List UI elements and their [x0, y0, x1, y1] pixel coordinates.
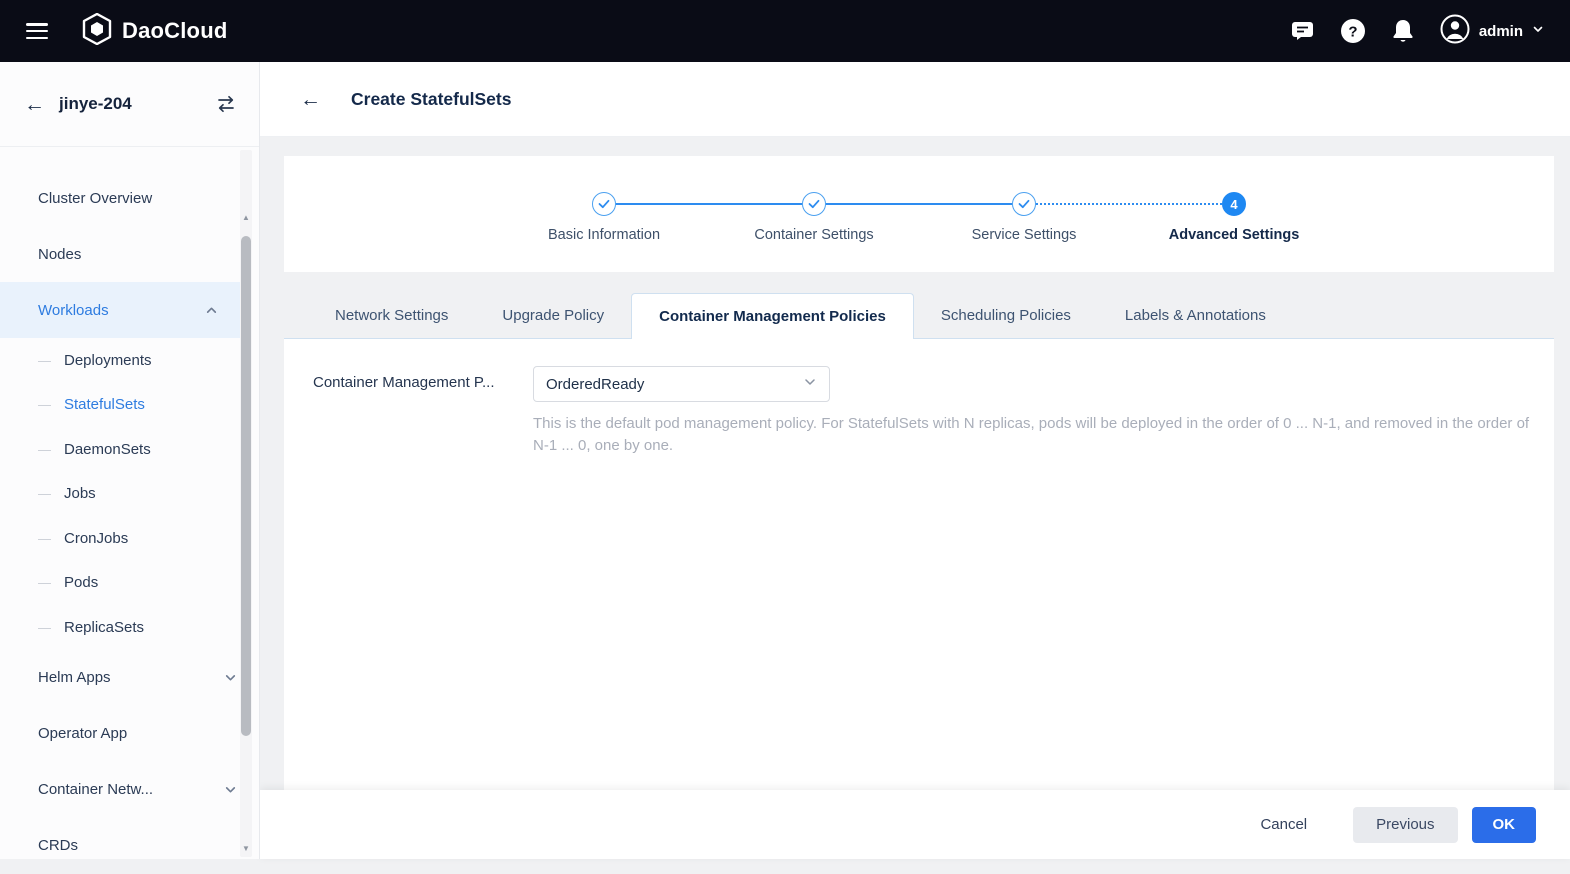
- sidebar-item-crds[interactable]: CRDs: [0, 818, 259, 874]
- feedback-icon[interactable]: [1290, 18, 1316, 44]
- username-label: admin: [1479, 23, 1523, 40]
- sidebar-scrollbar[interactable]: ▲ ▼: [240, 150, 252, 857]
- tab-container-management-policies[interactable]: Container Management Policies: [631, 293, 914, 339]
- main-area: ← Create StatefulSets Basic Information …: [260, 62, 1570, 859]
- switch-cluster-icon[interactable]: [215, 94, 237, 114]
- previous-button[interactable]: Previous: [1353, 807, 1457, 843]
- sidebar: ← jinye-204 Cluster Overview Nodes Workl…: [0, 62, 260, 859]
- stepper: Basic Information Container Settings Ser…: [284, 156, 1554, 272]
- sidebar-item-workloads[interactable]: Workloads: [0, 282, 240, 338]
- scroll-down-icon[interactable]: ▼: [240, 843, 252, 855]
- step-label: Advanced Settings: [1169, 227, 1300, 243]
- page-title: Create StatefulSets: [351, 89, 511, 110]
- sidebar-item-cronjobs[interactable]: —CronJobs: [0, 516, 259, 561]
- menu-icon[interactable]: [26, 23, 48, 39]
- chevron-down-icon: [224, 671, 237, 684]
- cluster-name: jinye-204: [59, 94, 215, 114]
- sidebar-item-statefulsets[interactable]: —StatefulSets: [0, 383, 259, 428]
- step-number-badge: 4: [1222, 192, 1246, 216]
- step-container-settings[interactable]: Container Settings: [802, 192, 826, 216]
- step-connector: [826, 203, 1012, 205]
- page-back-icon[interactable]: ←: [300, 89, 321, 110]
- dash-icon: —: [38, 486, 51, 501]
- cancel-button[interactable]: Cancel: [1246, 807, 1321, 843]
- cluster-back-icon[interactable]: ←: [24, 94, 45, 115]
- sidebar-item-nodes[interactable]: Nodes: [0, 226, 259, 282]
- step-connector-dotted: [1036, 203, 1222, 205]
- avatar: [1440, 14, 1470, 49]
- chevron-up-icon: [205, 304, 218, 317]
- scroll-up-icon[interactable]: ▲: [240, 212, 252, 224]
- top-bar: DaoCloud ? admin: [0, 0, 1570, 62]
- tab-labels-annotations[interactable]: Labels & Annotations: [1098, 293, 1293, 338]
- step-label: Container Settings: [754, 227, 873, 243]
- sidebar-nav: Cluster Overview Nodes Workloads —Deploy…: [0, 147, 259, 874]
- svg-text:?: ?: [1348, 24, 1357, 41]
- sidebar-item-operator-app[interactable]: Operator App: [0, 706, 259, 762]
- brand-name: DaoCloud: [122, 18, 227, 44]
- dash-icon: —: [38, 620, 51, 635]
- dash-icon: —: [38, 397, 51, 412]
- ok-button[interactable]: OK: [1472, 807, 1537, 843]
- dash-icon: —: [38, 442, 51, 457]
- user-menu[interactable]: admin: [1440, 14, 1544, 49]
- sidebar-item-helm-apps[interactable]: Helm Apps: [0, 650, 259, 706]
- notifications-bell-icon[interactable]: [1390, 18, 1416, 44]
- topbar-actions: ? admin: [1290, 14, 1544, 49]
- sidebar-item-pods[interactable]: —Pods: [0, 561, 259, 606]
- cluster-header: ← jinye-204: [0, 62, 259, 147]
- tab-panel-container-management: Container Management P... OrderedReady T…: [284, 339, 1554, 790]
- select-chevron-down-icon: [803, 375, 817, 393]
- step-check-icon: [802, 192, 826, 216]
- daocloud-logo-icon: [82, 13, 112, 50]
- tab-scheduling-policies[interactable]: Scheduling Policies: [914, 293, 1098, 338]
- page-header: ← Create StatefulSets: [260, 62, 1570, 137]
- policy-field: OrderedReady This is the default pod man…: [533, 366, 1534, 456]
- dash-icon: —: [38, 531, 51, 546]
- step-check-icon: [592, 192, 616, 216]
- sidebar-item-deployments[interactable]: —Deployments: [0, 338, 259, 383]
- sidebar-item-jobs[interactable]: —Jobs: [0, 472, 259, 517]
- tab-upgrade-policy[interactable]: Upgrade Policy: [475, 293, 631, 338]
- help-icon[interactable]: ?: [1340, 18, 1366, 44]
- step-check-icon: [1012, 192, 1036, 216]
- step-label: Service Settings: [972, 227, 1077, 243]
- chevron-down-icon: [224, 783, 237, 796]
- content-area: Basic Information Container Settings Ser…: [260, 137, 1570, 790]
- user-chevron-down-icon: [1532, 22, 1544, 40]
- sidebar-item-cluster-overview[interactable]: Cluster Overview: [0, 170, 259, 226]
- wizard-footer: Cancel Previous OK: [260, 790, 1570, 859]
- step-advanced-settings[interactable]: 4 Advanced Settings: [1222, 192, 1246, 216]
- step-label: Basic Information: [548, 227, 660, 243]
- tab-network-settings[interactable]: Network Settings: [308, 293, 475, 338]
- policy-select-value: OrderedReady: [546, 376, 803, 393]
- step-service-settings[interactable]: Service Settings: [1012, 192, 1036, 216]
- step-basic-information[interactable]: Basic Information: [592, 192, 616, 216]
- dash-icon: —: [38, 353, 51, 368]
- sidebar-item-replicasets[interactable]: —ReplicaSets: [0, 605, 259, 650]
- brand-logo[interactable]: DaoCloud: [82, 13, 227, 50]
- sidebar-item-container-network[interactable]: Container Netw...: [0, 762, 259, 818]
- settings-tabs: Network Settings Upgrade Policy Containe…: [284, 293, 1554, 339]
- scrollbar-thumb[interactable]: [241, 236, 251, 736]
- sidebar-item-daemonsets[interactable]: —DaemonSets: [0, 427, 259, 472]
- dash-icon: —: [38, 575, 51, 590]
- policy-help-text: This is the default pod management polic…: [533, 413, 1534, 456]
- policy-field-label: Container Management P...: [313, 374, 517, 391]
- policy-select[interactable]: OrderedReady: [533, 366, 830, 402]
- step-connector: [616, 203, 802, 205]
